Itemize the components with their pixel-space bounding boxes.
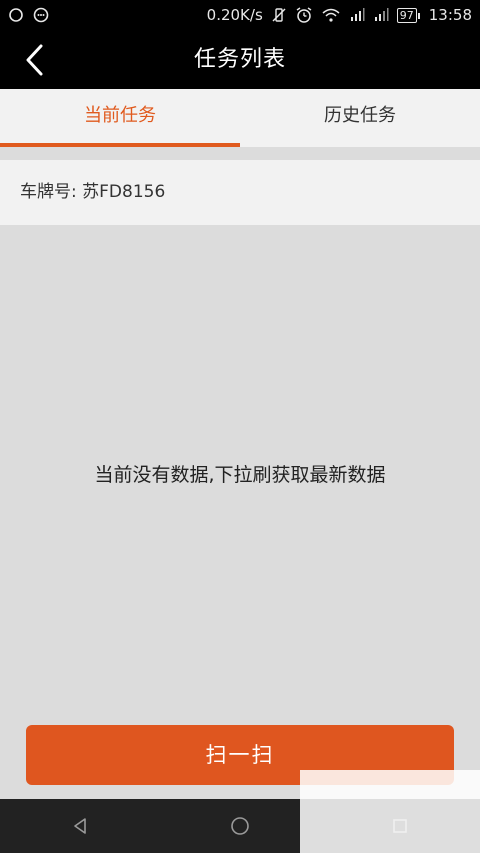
circle-notification-icon [8, 7, 24, 23]
alarm-icon [295, 6, 313, 24]
title-bar: 任务列表 [0, 30, 480, 89]
status-right: 0.20K/s 97 13:58 [207, 6, 472, 24]
chat-notification-icon [32, 7, 50, 23]
circle-home-icon [231, 817, 249, 835]
signal-icon-1 [349, 7, 365, 23]
watermark-overlay [300, 770, 480, 853]
wifi-icon [321, 7, 341, 23]
tab-bar: 当前任务 历史任务 [0, 89, 480, 147]
nav-back-button[interactable] [60, 806, 100, 846]
chevron-left-icon [26, 44, 43, 76]
tab-current-tasks[interactable]: 当前任务 [0, 89, 240, 147]
license-plate-label: 车牌号: 苏FD8156 [0, 160, 480, 225]
vibrate-off-icon [271, 7, 287, 23]
network-speed: 0.20K/s [206, 6, 263, 24]
empty-state-message: 当前没有数据,下拉刷获取最新数据 [94, 464, 386, 486]
battery-icon: 97 [396, 7, 420, 23]
triangle-back-icon [74, 818, 86, 834]
signal-icon-2 [373, 7, 389, 23]
nav-home-button[interactable] [220, 806, 260, 846]
back-button[interactable] [14, 40, 54, 80]
page-title: 任务列表 [193, 47, 286, 72]
status-left [8, 7, 50, 23]
tab-history-tasks[interactable]: 历史任务 [240, 89, 480, 147]
status-bar: 0.20K/s 97 13:58 [0, 0, 480, 30]
clock: 13:58 [428, 6, 472, 24]
